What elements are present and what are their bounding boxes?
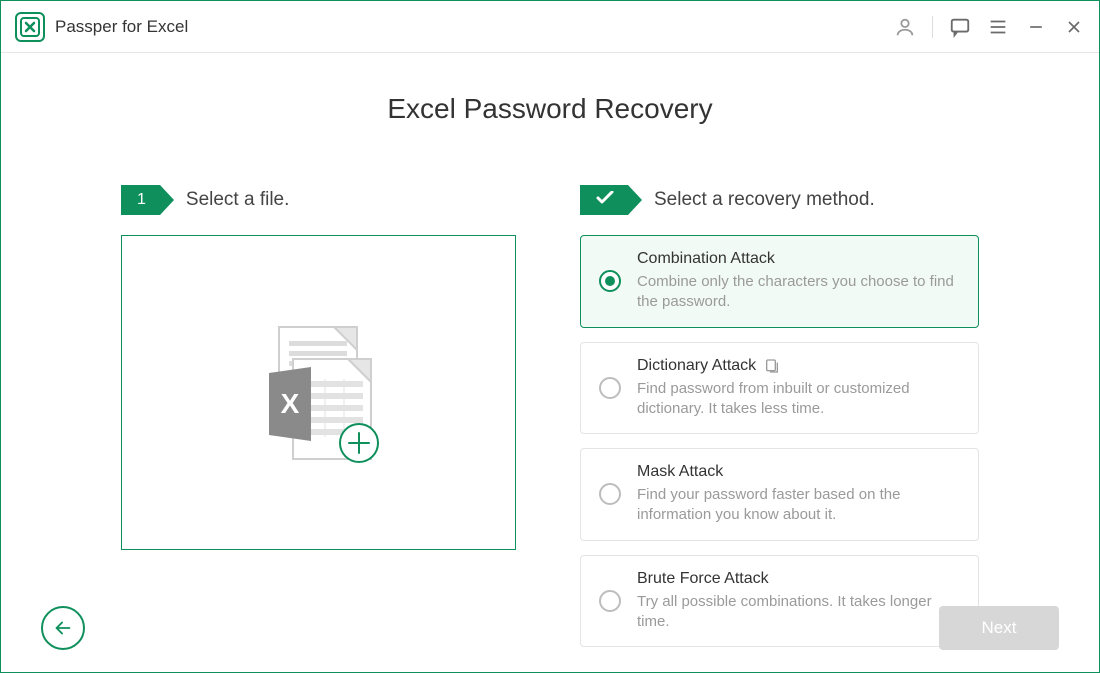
method-desc: Find your password faster based on the i…: [637, 485, 960, 526]
method-title: Combination Attack: [637, 250, 775, 268]
menu-icon[interactable]: [987, 16, 1009, 38]
account-icon[interactable]: [894, 16, 916, 38]
back-button[interactable]: [41, 606, 85, 650]
left-column: 1 Select a file.: [121, 185, 520, 647]
recovery-methods: Combination Attack Combine only the char…: [580, 235, 979, 647]
method-title: Mask Attack: [637, 463, 723, 481]
step2-badge: [580, 185, 628, 215]
page-title: Excel Password Recovery: [41, 93, 1059, 125]
feedback-icon[interactable]: [949, 16, 971, 38]
app-logo-icon: [15, 12, 45, 42]
minimize-icon[interactable]: [1025, 16, 1047, 38]
method-desc: Find password from inbuilt or customized…: [637, 379, 960, 420]
arrow-left-icon: [52, 617, 74, 639]
method-desc: Combine only the characters you choose t…: [637, 272, 960, 313]
step1-badge: 1: [121, 185, 160, 215]
next-button[interactable]: Next: [939, 606, 1059, 650]
step2-label: Select a recovery method.: [654, 189, 875, 211]
check-icon: [596, 191, 614, 210]
method-dictionary-attack[interactable]: Dictionary Attack Find password from inb…: [580, 342, 979, 435]
step1-label: Select a file.: [186, 189, 290, 211]
radio-icon: [599, 270, 621, 292]
method-mask-attack[interactable]: Mask Attack Find your password faster ba…: [580, 448, 979, 541]
app-window: Passper for Excel Excel Password Recover…: [0, 0, 1100, 673]
close-icon[interactable]: [1063, 16, 1085, 38]
app-title: Passper for Excel: [55, 17, 188, 37]
method-title: Dictionary Attack: [637, 357, 756, 375]
radio-icon: [599, 483, 621, 505]
file-drop-area[interactable]: X: [121, 235, 516, 550]
info-icon[interactable]: [764, 358, 780, 374]
svg-text:X: X: [280, 388, 299, 419]
method-combination-attack[interactable]: Combination Attack Combine only the char…: [580, 235, 979, 328]
excel-file-add-icon: X: [249, 315, 389, 470]
step1-number: 1: [137, 191, 146, 209]
method-title: Brute Force Attack: [637, 570, 769, 588]
title-bar: Passper for Excel: [1, 1, 1099, 53]
right-column: Select a recovery method. Combination At…: [580, 185, 979, 647]
radio-icon: [599, 377, 621, 399]
